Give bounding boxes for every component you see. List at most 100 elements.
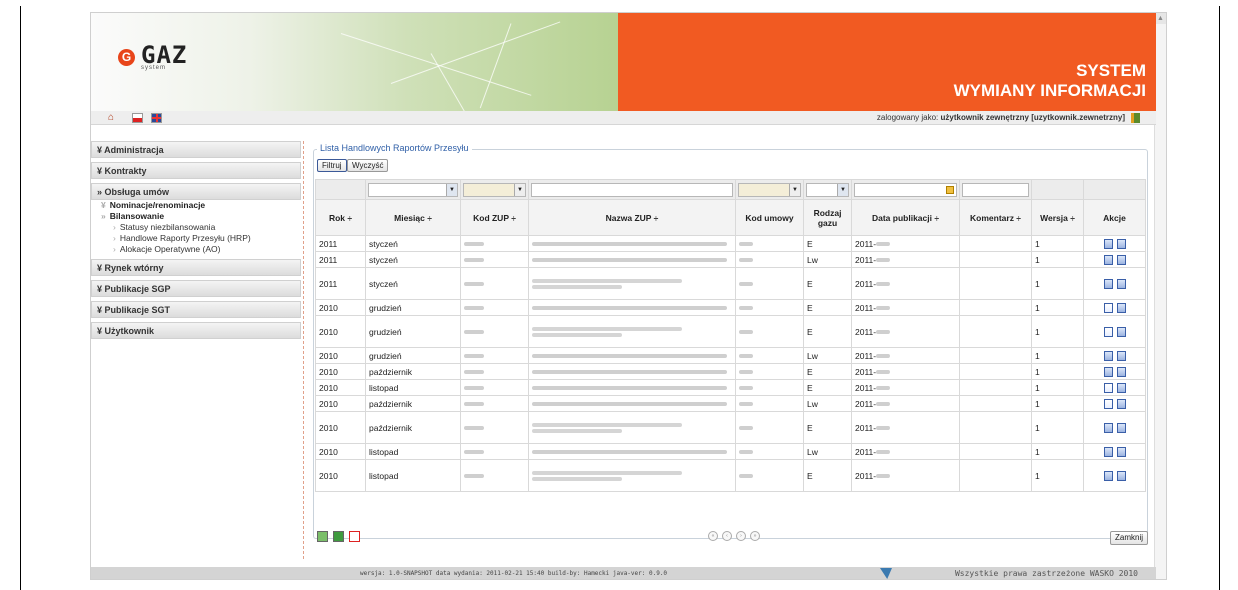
view-document-icon[interactable]	[1116, 446, 1126, 457]
view-details-icon[interactable]	[1103, 382, 1113, 393]
table-row[interactable]: 2010 październik Lw 2011- 1	[315, 395, 1146, 412]
table-row[interactable]: 2010 grudzień E 2011- 1	[315, 315, 1146, 348]
table-row[interactable]: 2010 listopad Lw 2011- 1	[315, 443, 1146, 460]
view-document-icon[interactable]	[1116, 238, 1126, 249]
cell-kod-umowy	[735, 299, 804, 316]
table-row[interactable]: 2010 grudzień E 2011- 1	[315, 299, 1146, 316]
view-details-icon[interactable]	[1103, 350, 1113, 361]
cell-rok: 2010	[315, 395, 366, 412]
home-icon[interactable]: ⌂	[108, 113, 119, 123]
cell-rodzaj-gazu: E	[803, 267, 852, 300]
cell-date-text: 2011-	[855, 326, 877, 337]
nazwa-zup-filter-input[interactable]	[531, 182, 733, 197]
cell-date-text: 2011-	[855, 446, 877, 457]
sidebar-item-label: Użytkownik	[104, 326, 155, 336]
kod-umowy-filter-select[interactable]: ▼	[738, 182, 801, 197]
sidebar-item-kontrakty[interactable]: ¥ Kontrakty	[91, 162, 301, 179]
cell-rok: 2011	[315, 251, 366, 268]
table-row[interactable]: 2010 październik E 2011- 1	[315, 363, 1146, 380]
table-row[interactable]: 2010 grudzień Lw 2011- 1	[315, 347, 1146, 364]
view-document-icon[interactable]	[1116, 326, 1126, 337]
view-details-icon[interactable]	[1103, 302, 1113, 313]
cell-rodzaj-gazu: E	[803, 459, 852, 492]
sidebar-item-publikacje-sgp[interactable]: ¥ Publikacje SGP	[91, 280, 301, 297]
sidebar-item-obsluga-umow[interactable]: » Obsługa umów	[91, 183, 301, 200]
col-header-komentarz[interactable]: Komentarz ÷	[959, 199, 1032, 236]
sidebar-item-publikacje-sgt[interactable]: ¥ Publikacje SGT	[91, 301, 301, 318]
logout-icon[interactable]	[1131, 113, 1140, 123]
table-row[interactable]: 2011 styczeń Lw 2011- 1	[315, 251, 1146, 268]
filter-button[interactable]: Filtruj	[317, 159, 347, 172]
cell-kod-zup	[460, 411, 529, 444]
view-document-icon[interactable]	[1116, 398, 1126, 409]
col-header-wersja[interactable]: Wersja ÷	[1031, 199, 1084, 236]
export-csv-icon[interactable]	[317, 531, 328, 542]
view-document-icon[interactable]	[1116, 366, 1126, 377]
rodzaj-gazu-filter-select[interactable]: ▼	[806, 182, 849, 197]
scroll-up-icon[interactable]: ▲	[1155, 13, 1166, 24]
table-row[interactable]: 2010 listopad E 2011- 1	[315, 459, 1146, 492]
close-button[interactable]: Zamknij	[1110, 531, 1149, 545]
view-details-icon[interactable]	[1103, 254, 1113, 265]
view-document-icon[interactable]	[1116, 470, 1126, 481]
kod-zup-filter-select[interactable]: ▼	[463, 182, 526, 197]
view-document-icon[interactable]	[1116, 302, 1126, 313]
export-pdf-icon[interactable]	[349, 531, 360, 542]
chevron-down-icon[interactable]: ▼	[789, 183, 800, 196]
view-document-icon[interactable]	[1116, 278, 1126, 289]
date-filter-input[interactable]	[854, 182, 957, 197]
view-document-icon[interactable]	[1116, 350, 1126, 361]
sidebar-item-administracja[interactable]: ¥ Administracja	[91, 141, 301, 158]
sidebar-item-rynek-wtorny[interactable]: ¥ Rynek wtórny	[91, 259, 301, 276]
view-details-icon[interactable]	[1103, 366, 1113, 377]
first-page-icon[interactable]: «	[708, 531, 718, 541]
view-document-icon[interactable]	[1116, 382, 1126, 393]
col-header-miesiac[interactable]: Miesiąc ÷	[365, 199, 461, 236]
view-details-icon[interactable]	[1103, 398, 1113, 409]
col-header-nazwa-zup[interactable]: Nazwa ZUP ÷	[528, 199, 736, 236]
month-filter-select[interactable]: ▼	[368, 182, 458, 197]
sidebar-subitem-statusy[interactable]: › Statusy niezbilansowania	[91, 222, 301, 233]
col-header-data-publikacji[interactable]: Data publikacji ÷	[851, 199, 960, 236]
view-details-icon[interactable]	[1103, 326, 1113, 337]
chevron-down-icon[interactable]: ▼	[837, 183, 848, 196]
cell-akcje	[1083, 267, 1146, 300]
sidebar-subitem-hrp[interactable]: › Handlowe Raporty Przesyłu (HRP)	[91, 233, 301, 244]
table-row[interactable]: 2011 styczeń E 2011- 1	[315, 235, 1146, 252]
sidebar-item-uzytkownik[interactable]: ¥ Użytkownik	[91, 322, 301, 339]
export-excel-icon[interactable]	[333, 531, 344, 542]
col-header-kod-zup[interactable]: Kod ZUP ÷	[460, 199, 529, 236]
col-header-rok[interactable]: Rok ÷	[315, 199, 366, 236]
view-details-icon[interactable]	[1103, 446, 1113, 457]
col-header-rodzaj-gazu[interactable]: Rodzaj gazu	[803, 199, 852, 236]
cell-date-text: 2011-	[855, 350, 877, 361]
table-row[interactable]: 2010 listopad E 2011- 1	[315, 379, 1146, 396]
sidebar-subitem-ao[interactable]: › Alokacje Operatywne (AO)	[91, 244, 301, 255]
table-row[interactable]: 2010 październik E 2011- 1	[315, 411, 1146, 444]
chevron-down-icon[interactable]: ▼	[446, 183, 457, 196]
sidebar-subitem-nominacje[interactable]: ¥ Nominacje/renominacje	[91, 200, 301, 211]
col-header-kod-umowy[interactable]: Kod umowy	[735, 199, 804, 236]
table-row[interactable]: 2011 styczeń E 2011- 1	[315, 267, 1146, 300]
view-details-icon[interactable]	[1103, 238, 1113, 249]
view-details-icon[interactable]	[1103, 422, 1113, 433]
uk-flag-icon[interactable]	[151, 113, 162, 123]
sidebar-subitem-bilansowanie[interactable]: » Bilansowanie	[91, 211, 301, 222]
calendar-icon[interactable]	[946, 185, 954, 194]
flame-icon: G	[118, 48, 135, 66]
view-document-icon[interactable]	[1116, 254, 1126, 265]
cell-wersja: 1	[1031, 315, 1084, 348]
komentarz-filter-input[interactable]	[962, 182, 1029, 197]
prev-page-icon[interactable]: ‹	[722, 531, 732, 541]
view-details-icon[interactable]	[1103, 278, 1113, 289]
next-page-icon[interactable]: ›	[736, 531, 746, 541]
view-document-icon[interactable]	[1116, 422, 1126, 433]
cell-rok: 2010	[315, 459, 366, 492]
gaz-system-logo[interactable]: G GAZ system	[118, 43, 187, 71]
clear-button[interactable]: Wyczyść	[347, 159, 389, 172]
chevron-down-icon[interactable]: ▼	[514, 183, 525, 196]
last-page-icon[interactable]: »	[750, 531, 760, 541]
cell-kod-zup	[460, 395, 529, 412]
polish-flag-icon[interactable]	[132, 113, 143, 123]
view-details-icon[interactable]	[1103, 470, 1113, 481]
